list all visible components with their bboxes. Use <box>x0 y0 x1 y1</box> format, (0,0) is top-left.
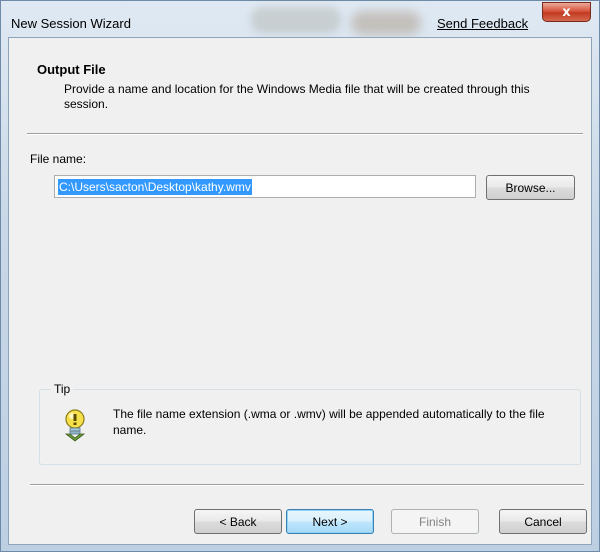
lightbulb-icon <box>64 409 86 442</box>
footer-divider <box>30 484 584 486</box>
send-feedback-link[interactable]: Send Feedback <box>437 16 528 31</box>
page-title: Output File <box>37 62 106 77</box>
back-button[interactable]: < Back <box>194 509 282 534</box>
header-divider <box>27 133 583 135</box>
tip-text: The file name extension (.wma or .wmv) w… <box>113 407 545 437</box>
window-title: New Session Wizard <box>11 16 131 31</box>
file-name-input[interactable]: C:\Users\sacton\Desktop\kathy.wmv <box>54 175 476 198</box>
background-blur <box>251 7 341 33</box>
browse-button[interactable]: Browse... <box>486 175 575 200</box>
page-description: Provide a name and location for the Wind… <box>64 82 530 111</box>
wizard-header: Output File Provide a name and location … <box>9 38 591 134</box>
title-bar[interactable]: New Session Wizard Send Feedback x <box>1 1 599 37</box>
close-icon: x <box>562 4 571 20</box>
file-name-value: C:\Users\sacton\Desktop\kathy.wmv <box>58 178 252 195</box>
background-blur <box>351 11 421 35</box>
wizard-content: Output File Provide a name and location … <box>8 37 592 545</box>
tip-label: Tip <box>51 382 74 396</box>
wizard-window: New Session Wizard Send Feedback x Outpu… <box>0 0 600 552</box>
cancel-button[interactable]: Cancel <box>499 509 587 534</box>
next-button[interactable]: Next > <box>286 509 374 534</box>
finish-button: Finish <box>391 509 479 534</box>
close-button[interactable]: x <box>542 2 591 22</box>
file-name-label: File name: <box>30 152 87 166</box>
